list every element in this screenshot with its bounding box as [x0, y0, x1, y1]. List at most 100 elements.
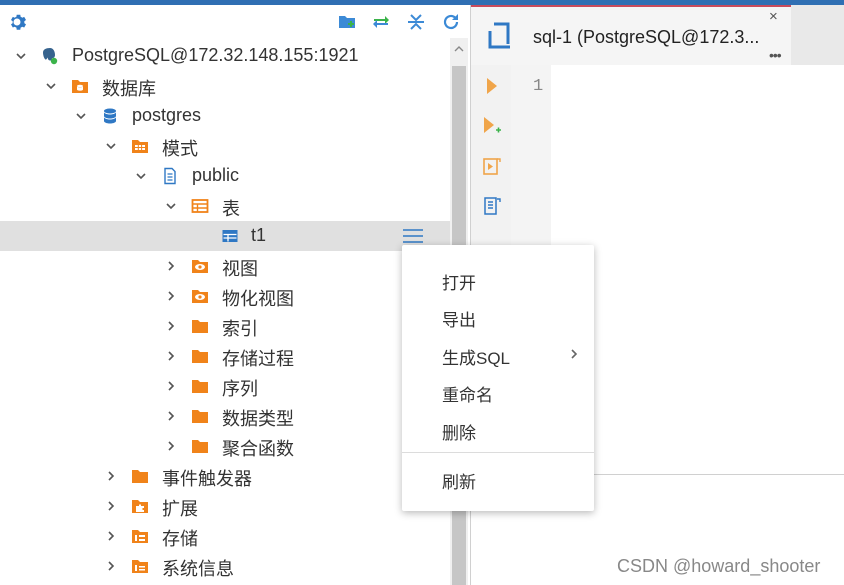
- tree-item-aggregates[interactable]: 聚合函数: [0, 431, 450, 461]
- tab-sql-1[interactable]: sql-1 (PostgreSQL@172.3... × •••: [471, 5, 791, 65]
- database-folder-icon: [70, 76, 90, 96]
- tree-item-label: 模式: [162, 139, 198, 159]
- view-folder-icon: [190, 256, 210, 276]
- tree-item-label: 表: [222, 199, 240, 219]
- storage-icon: [130, 526, 150, 546]
- table-folder-icon: [190, 196, 210, 216]
- tree-item-extensions[interactable]: 扩展: [0, 491, 450, 521]
- menu-item-export[interactable]: 导出: [402, 298, 594, 334]
- database-icon: [100, 106, 120, 126]
- chevron-right-icon[interactable]: [164, 379, 178, 393]
- tree-item-databases[interactable]: 数据库: [0, 71, 450, 101]
- chevron-down-icon[interactable]: [164, 199, 178, 213]
- schema-folder-icon: [130, 136, 150, 156]
- menu-item-label: 生成SQL: [442, 349, 511, 368]
- editor-action-bar: [471, 65, 511, 245]
- tree-item-public[interactable]: public: [0, 161, 450, 191]
- chevron-right-icon[interactable]: [104, 529, 118, 543]
- tree-item-label: 存储: [162, 529, 198, 549]
- run-new-tab-icon[interactable]: [481, 115, 503, 137]
- tree-item-label: 事件触发器: [162, 469, 252, 489]
- menu-item-generate-sql[interactable]: 生成SQL: [402, 336, 594, 372]
- menu-item-open[interactable]: 打开: [402, 261, 594, 297]
- navigator-toolbar: [0, 5, 470, 39]
- sync-icon[interactable]: [370, 11, 392, 33]
- scroll-up-icon[interactable]: [450, 44, 468, 58]
- tree-item-tables[interactable]: 表: [0, 191, 450, 221]
- close-icon[interactable]: ×: [769, 8, 778, 25]
- connection-icon: [40, 46, 60, 66]
- tree-item-storage[interactable]: 存储: [0, 521, 450, 551]
- folder-icon: [190, 316, 210, 336]
- chevron-right-icon[interactable]: [164, 289, 178, 303]
- folder-icon: [130, 466, 150, 486]
- extension-icon: [130, 496, 150, 516]
- tree-item-label: 视图: [222, 259, 258, 279]
- tree-item-label: PostgreSQL@172.32.148.155:1921: [72, 45, 359, 65]
- tree-item-t1[interactable]: t1: [0, 221, 450, 251]
- run-icon[interactable]: [481, 75, 503, 97]
- chevron-right-icon[interactable]: [164, 319, 178, 333]
- line-number: 1: [533, 77, 544, 96]
- collapse-icon[interactable]: [405, 11, 427, 33]
- refresh-icon[interactable]: [440, 11, 462, 33]
- folder-icon: [190, 406, 210, 426]
- tree-item-label: postgres: [132, 105, 202, 125]
- folder-icon: [190, 436, 210, 456]
- tree-item-postgres[interactable]: postgres: [0, 101, 450, 131]
- tree-item-materialized-views[interactable]: 物化视图: [0, 281, 450, 311]
- tree-item-label: 序列: [222, 379, 258, 399]
- sql-code-area[interactable]: [551, 65, 844, 475]
- sql-script-icon: [487, 21, 515, 51]
- tree-item-label: 聚合函数: [222, 439, 294, 459]
- chevron-down-icon[interactable]: [104, 139, 118, 153]
- chevron-right-icon[interactable]: [164, 409, 178, 423]
- menu-item-rename[interactable]: 重命名: [402, 373, 594, 409]
- gear-icon[interactable]: [6, 11, 28, 33]
- tree-item-label: 数据库: [102, 79, 156, 99]
- info-icon: [130, 556, 150, 576]
- chevron-down-icon[interactable]: [74, 109, 88, 123]
- menu-item-refresh[interactable]: 刷新: [402, 460, 594, 496]
- tree-item-data-types[interactable]: 数据类型: [0, 401, 450, 431]
- new-folder-icon[interactable]: [336, 11, 358, 33]
- chevron-right-icon[interactable]: [104, 559, 118, 573]
- tree-item-label: 存储过程: [222, 349, 294, 369]
- schema-icon: [160, 166, 180, 186]
- editor-tab-strip: sql-1 (PostgreSQL@172.3... × •••: [471, 5, 844, 65]
- tree-item-label: t1: [251, 225, 267, 245]
- folder-icon: [190, 376, 210, 396]
- tree-item-label: 系统信息: [162, 559, 234, 579]
- chevron-down-icon[interactable]: [14, 49, 28, 63]
- tree-item-event-triggers[interactable]: 事件触发器: [0, 461, 450, 491]
- tree-item-label: 索引: [222, 319, 258, 339]
- chevron-down-icon[interactable]: [134, 169, 148, 183]
- chevron-right-icon[interactable]: [104, 469, 118, 483]
- navigator-panel: PostgreSQL@172.32.148.155:1921 数据库 postg…: [0, 5, 470, 585]
- chevron-right-icon: [568, 347, 580, 361]
- chevron-right-icon[interactable]: [164, 259, 178, 273]
- menu-item-delete[interactable]: 删除: [402, 411, 594, 447]
- run-script-icon[interactable]: [481, 155, 503, 177]
- menu-item-label: 删除: [442, 424, 476, 443]
- chevron-down-icon[interactable]: [44, 79, 58, 93]
- chevron-right-icon[interactable]: [104, 499, 118, 513]
- tree-item-views[interactable]: 视图: [0, 251, 450, 281]
- menu-item-label: 导出: [442, 311, 476, 330]
- explain-plan-icon[interactable]: [481, 195, 503, 217]
- chevron-right-icon[interactable]: [164, 439, 178, 453]
- menu-item-label: 打开: [442, 274, 476, 293]
- tree-item-sequences[interactable]: 序列: [0, 371, 450, 401]
- chevron-right-icon[interactable]: [164, 349, 178, 363]
- more-icon[interactable]: •••: [769, 47, 782, 63]
- tree-item-label: 物化视图: [222, 289, 294, 309]
- tree-item-procedures[interactable]: 存储过程: [0, 341, 450, 371]
- tree-item-label: public: [192, 165, 240, 185]
- menu-item-label: 刷新: [442, 473, 476, 492]
- hamburger-menu-icon[interactable]: [402, 226, 424, 246]
- tab-title: sql-1 (PostgreSQL@172.3...: [533, 27, 760, 47]
- tree-item-schemas[interactable]: 模式: [0, 131, 450, 161]
- tree-item-connection[interactable]: PostgreSQL@172.32.148.155:1921: [0, 41, 450, 71]
- tree-item-system-info[interactable]: 系统信息: [0, 551, 450, 581]
- tree-item-indexes[interactable]: 索引: [0, 311, 450, 341]
